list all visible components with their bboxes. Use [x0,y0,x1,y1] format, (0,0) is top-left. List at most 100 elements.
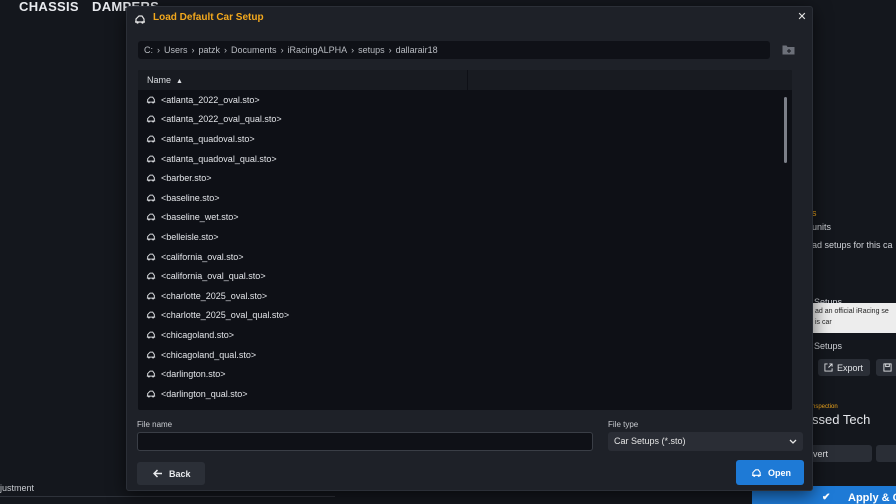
breadcrumb-item[interactable]: iRacingALPHA [288,41,348,59]
file-row[interactable]: <darlington.sto> [138,364,778,384]
breadcrumb-item[interactable]: setups [358,41,385,59]
car-setup-file-icon [146,253,156,261]
chevron-right-icon: › [388,45,392,55]
chevron-right-icon: › [157,45,160,55]
open-button-label: Open [768,467,792,478]
bg-export-label: Export [837,363,864,373]
close-icon[interactable]: ✕ [796,11,808,23]
car-setup-icon [751,468,762,477]
column-header-name-label: Name [147,75,172,85]
breadcrumb-item[interactable]: dallarair18 [396,41,438,59]
chevron-right-icon: › [191,45,195,55]
back-button[interactable]: Back [137,462,205,485]
car-setup-file-icon [146,272,156,280]
file-name: <darlington_qual.sto> [161,388,248,399]
check-icon: ✔ [822,492,831,503]
file-type-value: Car Setups (*.sto) [614,436,686,446]
arrow-left-icon [153,469,162,478]
bg-bottom-row [0,496,335,504]
bg-passed-tech: ssed Tech [812,412,871,427]
file-name: <baseline.sto> [161,192,220,203]
car-setup-file-icon [146,174,156,182]
file-type-select[interactable]: Car Setups (*.sto) [608,432,803,451]
breadcrumb-item[interactable]: patzk [199,41,221,59]
back-button-label: Back [169,468,191,479]
file-name: <california_oval_qual.sto> [161,271,266,282]
car-setup-file-icon [146,135,156,143]
car-setup-file-icon [146,155,156,163]
bg-tab-chassis[interactable]: CHASSIS [19,0,79,14]
car-setup-file-icon [146,213,156,221]
car-setup-file-icon [146,351,156,359]
file-name: <chicagoland.sto> [161,329,235,340]
bg-inspection-label: nspection [812,404,838,410]
breadcrumb-item[interactable]: Users [164,41,188,59]
bg-adjustment-label: justment [0,483,35,493]
bg-units-text: units [812,222,832,232]
bg-extra-button[interactable] [876,445,896,462]
file-row[interactable]: <chicagoland_qual.sto> [138,345,778,365]
bg-revert-label: vert [813,449,829,459]
bg-load-setups-text: ad setups for this ca [812,240,893,250]
file-name: <darlington.sto> [161,369,226,380]
file-row[interactable]: <barber.sto> [138,168,778,188]
bg-export-button[interactable]: Export [818,359,870,376]
load-setup-dialog: Load Default Car Setup ✕ C: › Users › patz… [126,6,813,491]
breadcrumb: C: › Users › patzk › Documents › iRacingALPH… [138,41,770,59]
bg-tooltip: ad an official iRacing se is car [812,303,896,333]
dialog-title: Load Default Car Setup [153,12,264,23]
car-setup-file-icon [146,96,156,104]
file-list: Name ▲ <atlanta_2022_oval.sto> <atlanta_20… [138,70,792,410]
bg-save-button[interactable] [876,359,896,376]
new-folder-icon[interactable] [782,44,795,55]
file-row[interactable]: <california_oval_qual.sto> [138,266,778,286]
file-row[interactable]: <darlington_qual.sto> [138,384,778,404]
file-row[interactable]: <atlanta_2022_oval_qual.sto> [138,110,778,130]
file-row[interactable]: <california_oval.sto> [138,247,778,267]
file-row[interactable]: <charlotte_2025_oval_qual.sto> [138,306,778,326]
bg-revert-button[interactable]: vert [806,445,872,462]
chevron-right-icon: › [224,45,228,55]
car-setup-file-icon [146,115,156,123]
breadcrumb-item[interactable]: Documents [231,41,277,59]
bg-apply-label: Apply & C [848,492,896,504]
file-name-label: File name [137,420,173,429]
file-name: <atlanta_quadoval.sto> [161,133,255,144]
chevron-right-icon: › [280,45,284,55]
car-setup-file-icon [146,194,156,202]
column-header-name[interactable]: Name ▲ [138,70,468,90]
chevron-down-icon [789,439,797,444]
bg-tooltip-line1: ad an official iRacing se [815,308,889,315]
file-row[interactable]: <chicagoland.sto> [138,325,778,345]
car-setup-file-icon [146,390,156,398]
chevron-right-icon: › [351,45,355,55]
file-name: <atlanta_2022_oval_qual.sto> [161,114,282,125]
file-name: <atlanta_quadoval_qual.sto> [161,153,277,164]
car-setup-icon [135,15,145,24]
file-name: <california_oval.sto> [161,251,244,262]
file-name-input[interactable] [137,432,593,451]
file-name: <belleisle.sto> [161,231,219,242]
file-row[interactable]: <atlanta_quadoval.sto> [138,129,778,149]
file-name: <barber.sto> [161,173,212,184]
file-name: <charlotte_2025_oval_qual.sto> [161,310,290,321]
open-button[interactable]: Open [736,460,804,485]
file-type-label: File type [608,420,639,429]
sort-ascending-icon: ▲ [176,78,183,85]
car-setup-file-icon [146,311,156,319]
file-row[interactable]: <charlotte_2025_oval.sto> [138,286,778,306]
file-name: <baseline_wet.sto> [161,212,239,223]
export-icon [824,363,833,372]
bg-setups-label: Setups [814,341,843,351]
file-row[interactable]: <belleisle.sto> [138,227,778,247]
save-icon [883,363,892,372]
bg-tab-fragment: ) [0,0,1,14]
file-row[interactable]: <baseline.sto> [138,188,778,208]
file-row[interactable]: <atlanta_2022_oval.sto> [138,90,778,110]
file-row[interactable]: <atlanta_quadoval_qual.sto> [138,149,778,169]
file-list-header: Name ▲ [138,70,792,90]
file-row[interactable]: <baseline_wet.sto> [138,208,778,228]
file-list-scrollbar[interactable] [784,97,787,163]
breadcrumb-item[interactable]: C: [144,41,153,59]
car-setup-file-icon [146,233,156,241]
